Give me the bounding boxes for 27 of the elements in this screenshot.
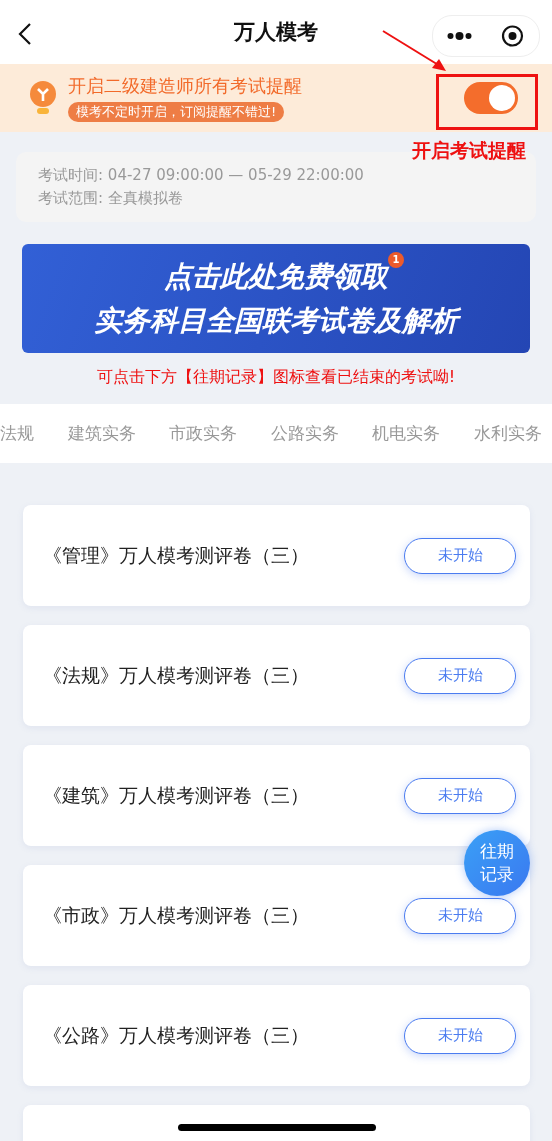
subject-tab[interactable]: 法规	[0, 422, 34, 445]
subject-tab[interactable]: 公路实务	[270, 422, 339, 445]
status-button[interactable]: 未开始	[404, 537, 516, 574]
status-button[interactable]: 未开始	[404, 777, 516, 814]
subject-tab[interactable]: 建筑实务	[67, 422, 136, 445]
reminder-title: 开启二级建造师所有考试提醒	[68, 74, 302, 98]
subject-tab[interactable]: 机电实务	[372, 422, 441, 445]
exam-title: 《建筑》万人模考测评卷（三）	[43, 782, 309, 808]
status-button[interactable]: 未开始	[404, 1017, 516, 1054]
subject-tab[interactable]: 水利实务	[473, 422, 542, 445]
reminder-subtitle: 模考不定时开启，订阅提醒不错过!	[68, 102, 285, 122]
notice-text: 可点击下方【往期记录】图标查看已结束的考试呦!	[95, 367, 457, 388]
reminder-toggle[interactable]	[464, 82, 518, 114]
exam-title: 《公路》万人模考测评卷（三）	[43, 1022, 309, 1048]
exam-info-line: 考试范围: 全真模拟卷	[38, 189, 184, 208]
exam-title: 《管理》万人模考测评卷（三）	[43, 542, 309, 568]
lightbulb-icon	[28, 80, 58, 116]
back-icon[interactable]	[18, 22, 32, 46]
status-button[interactable]: 未开始	[404, 897, 516, 934]
notification-badge: 1	[388, 251, 404, 268]
exam-title: 《市政》万人模考测评卷（三）	[43, 902, 309, 928]
status-button[interactable]: 未开始	[404, 657, 516, 694]
subject-tab[interactable]: 市政实务	[169, 422, 238, 445]
annotation-label: 开启考试提醒	[412, 138, 526, 163]
page-title: 万人模考	[234, 19, 318, 46]
exam-title: 《法规》万人模考测评卷（三）	[43, 662, 309, 688]
exam-info-line: 考试时间: 04-27 09:00:00 — 05-29 22:00:00	[38, 166, 365, 185]
